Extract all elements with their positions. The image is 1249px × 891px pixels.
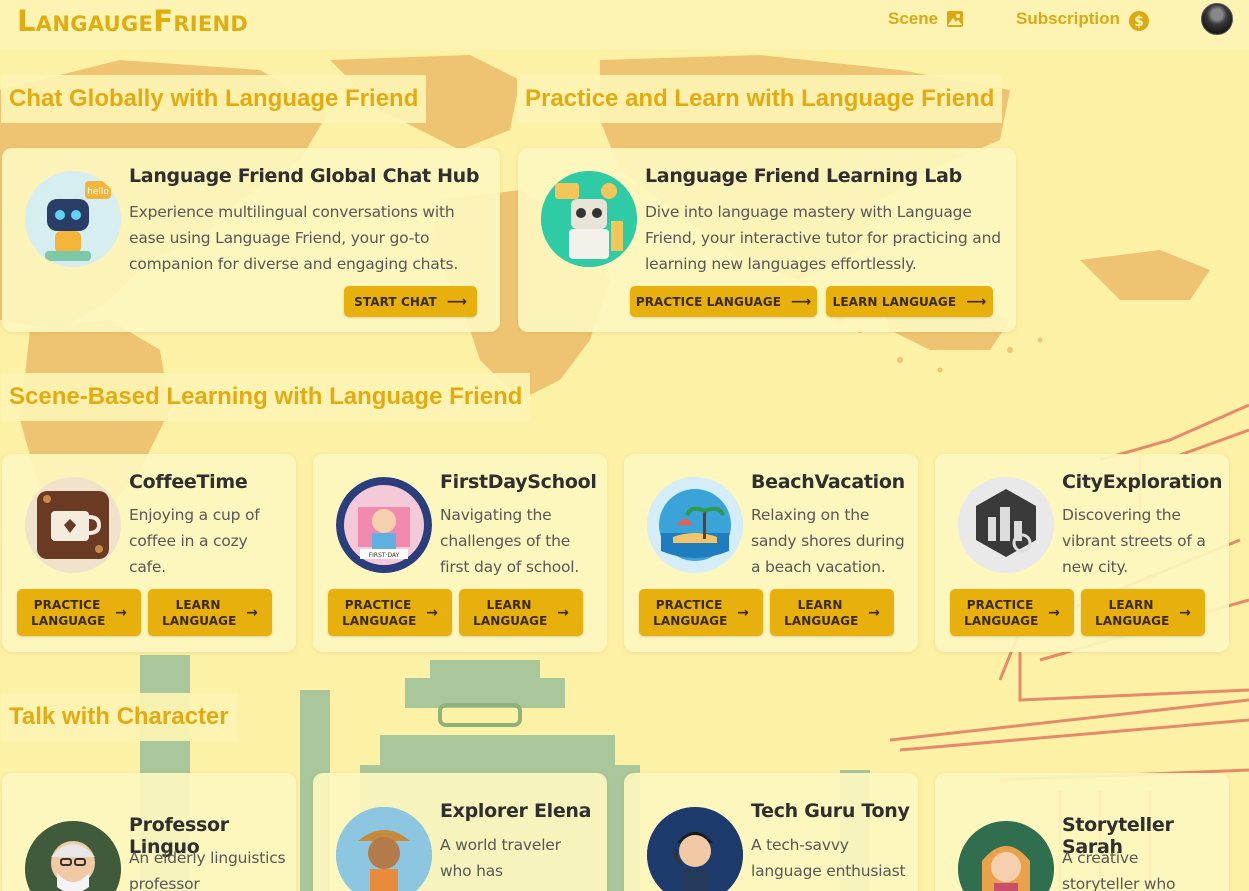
hub-description: Experience multilingual conversations wi… bbox=[129, 203, 459, 273]
scene-description: Navigating the challenges of the first d… bbox=[440, 506, 580, 576]
arrow-right-icon: ⟶ bbox=[791, 293, 812, 310]
scene-description: Discovering the vibrant streets of a new… bbox=[1062, 506, 1206, 576]
lab-description: Dive into language mastery with Language… bbox=[645, 203, 1001, 273]
learn-language-label: LEARN LANGUAGE bbox=[162, 597, 237, 628]
learn-language-label: LEARN LANGUAGE bbox=[1095, 597, 1170, 628]
character-description: A tech-savvy language enthusiast bbox=[751, 836, 906, 880]
school-child-icon: FIRST·DAY bbox=[336, 477, 432, 573]
image-icon bbox=[946, 10, 964, 28]
practice-language-label: PRACTICE LANGUAGE bbox=[653, 597, 728, 628]
logo-letter: F bbox=[153, 4, 174, 38]
scene-title: CityExploration bbox=[1062, 471, 1223, 493]
character-card-professor-linguo[interactable]: Professor Linguo An elderly linguistics … bbox=[2, 773, 296, 891]
dollar-coin-icon: $ bbox=[1128, 10, 1149, 31]
practice-language-label: PRACTICE LANGUAGE bbox=[342, 597, 417, 628]
top-navigation-bar: LANGAUGEFRIEND Scene Subscription $ bbox=[0, 0, 1249, 50]
beach-island-icon bbox=[647, 477, 743, 573]
svg-text:$: $ bbox=[1134, 14, 1144, 30]
tech-guru-avatar-icon bbox=[647, 807, 743, 891]
character-name: Tech Guru Tony bbox=[751, 800, 910, 822]
scene-card-beachvacation[interactable]: BeachVacation Relaxing on the sandy shor… bbox=[624, 454, 918, 652]
practice-language-button[interactable]: PRACTICE LANGUAGE → bbox=[639, 589, 763, 636]
scene-card-firstdayschool[interactable]: FIRST·DAY FirstDaySchool Navigating the … bbox=[313, 454, 607, 652]
learn-language-button[interactable]: LEARN LANGUAGE → bbox=[1081, 589, 1205, 636]
learn-language-button[interactable]: LEARN LANGUAGE ⟶ bbox=[826, 286, 993, 317]
section-title-scene: Scene-Based Learning with Language Frien… bbox=[1, 373, 531, 421]
section-title-practice: Practice and Learn with Language Friend bbox=[517, 75, 1003, 123]
learn-language-label: LEARN LANGUAGE bbox=[832, 294, 957, 309]
svg-text:FIRST·DAY: FIRST·DAY bbox=[369, 552, 400, 559]
arrow-right-icon: → bbox=[737, 604, 749, 621]
scene-title: BeachVacation bbox=[751, 471, 905, 493]
learning-lab-card: Language Friend Learning Lab Dive into l… bbox=[518, 148, 1016, 332]
section-title-chat: Chat Globally with Language Friend bbox=[1, 75, 427, 123]
learn-language-label: LEARN LANGUAGE bbox=[784, 597, 859, 628]
learn-language-button[interactable]: LEARN LANGUAGE → bbox=[148, 589, 272, 636]
practice-language-button[interactable]: PRACTICE LANGUAGE ⟶ bbox=[630, 286, 817, 317]
learn-language-button[interactable]: LEARN LANGUAGE → bbox=[459, 589, 583, 636]
storyteller-avatar-icon bbox=[958, 821, 1054, 891]
learn-language-label: LEARN LANGUAGE bbox=[473, 597, 548, 628]
chat-hub-card: hello Language Friend Global Chat Hub Ex… bbox=[2, 148, 500, 332]
arrow-right-icon: ⟶ bbox=[966, 293, 987, 310]
character-description: A creative storyteller who bbox=[1062, 849, 1176, 891]
scene-description: Enjoying a cup of coffee in a cozy cafe. bbox=[129, 506, 260, 576]
scene-description: Relaxing on the sandy shores during a be… bbox=[751, 506, 905, 576]
lab-title: Language Friend Learning Lab bbox=[645, 165, 962, 187]
practice-language-label: PRACTICE LANGUAGE bbox=[964, 597, 1039, 628]
city-skyline-icon bbox=[958, 477, 1054, 573]
scene-title: FirstDaySchool bbox=[440, 471, 597, 493]
background-map-illustration bbox=[0, 0, 1249, 891]
arrow-right-icon: → bbox=[1048, 604, 1060, 621]
app-logo[interactable]: LANGAUGEFRIEND bbox=[17, 4, 248, 38]
logo-text: ANGAUGE bbox=[35, 12, 154, 36]
learn-language-button[interactable]: LEARN LANGUAGE → bbox=[770, 589, 894, 636]
character-name: Explorer Elena bbox=[440, 800, 592, 822]
nav-subscription[interactable]: Subscription $ bbox=[1016, 9, 1149, 31]
practice-language-button[interactable]: PRACTICE LANGUAGE → bbox=[17, 589, 141, 636]
section-title-character: Talk with Character bbox=[1, 693, 237, 741]
character-description: A world traveler who has bbox=[440, 836, 561, 880]
character-card-tech-guru-tony[interactable]: Tech Guru Tony A tech-savvy language ent… bbox=[624, 773, 918, 891]
arrow-right-icon: → bbox=[426, 604, 438, 621]
robot-chat-icon: hello bbox=[25, 171, 121, 267]
character-card-explorer-elena[interactable]: Explorer Elena A world traveler who has bbox=[313, 773, 607, 891]
user-avatar[interactable] bbox=[1201, 3, 1233, 35]
nav-scene-label: Scene bbox=[888, 9, 939, 28]
arrow-right-icon: → bbox=[557, 604, 569, 621]
coffee-cup-icon bbox=[25, 477, 121, 573]
nav-subscription-label: Subscription bbox=[1016, 9, 1120, 28]
scene-card-coffeetime[interactable]: CoffeeTime Enjoying a cup of coffee in a… bbox=[2, 454, 296, 652]
logo-letter: L bbox=[17, 4, 36, 38]
robot-tutor-icon bbox=[541, 171, 637, 267]
svg-text:hello: hello bbox=[87, 187, 109, 197]
arrow-right-icon: → bbox=[246, 604, 258, 621]
practice-language-label: PRACTICE LANGUAGE bbox=[635, 294, 782, 309]
character-description: An elderly linguistics professor bbox=[129, 849, 286, 891]
practice-language-button[interactable]: PRACTICE LANGUAGE → bbox=[950, 589, 1074, 636]
professor-avatar-icon bbox=[25, 821, 121, 891]
nav-scene[interactable]: Scene bbox=[888, 9, 964, 29]
character-card-storyteller-sarah[interactable]: Storyteller Sarah A creative storyteller… bbox=[935, 773, 1229, 891]
practice-language-label: PRACTICE LANGUAGE bbox=[31, 597, 106, 628]
scene-card-cityexploration[interactable]: CityExploration Discovering the vibrant … bbox=[935, 454, 1229, 652]
logo-text: RIEND bbox=[173, 12, 249, 36]
hub-title: Language Friend Global Chat Hub bbox=[129, 165, 480, 187]
practice-language-button[interactable]: PRACTICE LANGUAGE → bbox=[328, 589, 452, 636]
arrow-right-icon: → bbox=[1179, 604, 1191, 621]
arrow-right-icon: ⟶ bbox=[446, 293, 467, 310]
arrow-right-icon: → bbox=[868, 604, 880, 621]
start-chat-label: START CHAT bbox=[354, 294, 437, 309]
arrow-right-icon: → bbox=[115, 604, 127, 621]
start-chat-button[interactable]: START CHAT ⟶ bbox=[344, 286, 477, 317]
scene-title: CoffeeTime bbox=[129, 471, 248, 493]
explorer-avatar-icon bbox=[336, 807, 432, 891]
